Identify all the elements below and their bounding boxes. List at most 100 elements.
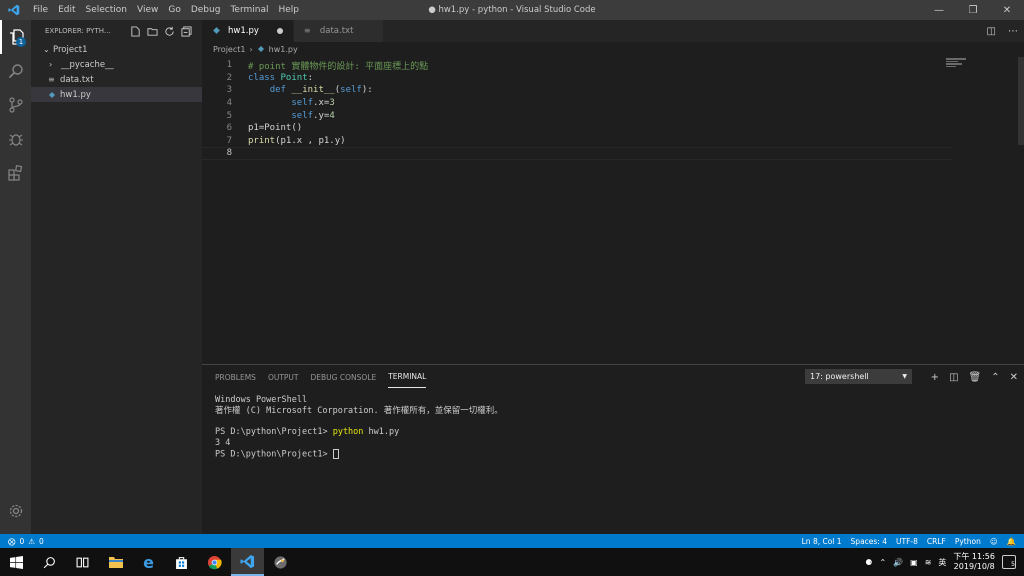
tab-problems[interactable]: PROBLEMS: [215, 367, 256, 388]
explorer-sidebar: EXPLORER: PYTH... ⌄ Project1 › __pycache…: [31, 20, 202, 534]
tree-item-label: __pycache__: [61, 59, 114, 70]
tab-data-txt[interactable]: ≡ data.txt: [293, 20, 385, 42]
new-terminal-icon[interactable]: +: [931, 372, 939, 383]
status-problems[interactable]: ⨂ 0 ⚠ 0: [0, 537, 44, 546]
tree-project-folder[interactable]: ⌄ Project1: [31, 42, 202, 57]
code-line-current: 8: [202, 147, 952, 160]
minimap[interactable]: [946, 58, 968, 68]
terminal-line: 著作權 (C) Microsoft Corporation. 著作權所有，並保留…: [215, 405, 503, 416]
chevron-up-icon[interactable]: ⌃: [879, 558, 886, 567]
breadcrumb: Project1 › hw1.py: [202, 42, 1024, 57]
terminal-select[interactable]: 17: powershell ▼: [805, 369, 912, 384]
new-file-icon[interactable]: [130, 25, 141, 37]
feedback-smiley-icon[interactable]: ☺: [990, 537, 998, 546]
terminal-line: PS D:\python\Project1>: [215, 448, 1024, 460]
new-folder-icon[interactable]: [147, 26, 158, 37]
window-controls: — ❐ ✕: [922, 0, 1024, 20]
settings-gear-icon[interactable]: [0, 494, 31, 528]
code-editor[interactable]: 1 # point 實體物件的設計: 平面座標上的點 2 class Point: …: [202, 59, 1024, 160]
debug-icon[interactable]: [0, 122, 31, 156]
chrome-icon[interactable]: [198, 548, 231, 576]
menu-edit[interactable]: Edit: [53, 5, 80, 15]
close-button[interactable]: ✕: [990, 0, 1024, 20]
volume-icon[interactable]: 🔊: [893, 558, 903, 567]
text-file-icon: ≡: [48, 75, 55, 84]
source-control-icon[interactable]: [0, 88, 31, 122]
extensions-icon[interactable]: [0, 156, 31, 190]
vscode-window: File Edit Selection View Go Debug Termin…: [0, 0, 1024, 576]
split-editor-icon[interactable]: ◫: [987, 26, 996, 37]
chevron-right-icon: ›: [49, 60, 53, 69]
editor-actions: ◫ ⋯: [987, 20, 1018, 42]
menu-go[interactable]: Go: [163, 5, 185, 15]
refresh-icon[interactable]: [164, 26, 175, 37]
trash-icon[interactable]: 🗑: [969, 372, 982, 383]
windows-taskbar: e ⚈ ⌃ 🔊 ▣ ≋ 英 下午 11:56 2019/10/8 5: [0, 548, 1024, 576]
editor-scrollbar[interactable]: [1018, 57, 1024, 145]
title-bar: File Edit Selection View Go Debug Termin…: [0, 0, 1024, 20]
terminal-line: 3 4: [215, 438, 231, 449]
menu-help[interactable]: Help: [273, 5, 304, 15]
code-line: 5 self.y=4: [226, 110, 335, 121]
code-line: 2 class Point:: [226, 72, 314, 83]
wifi-icon[interactable]: ≋: [925, 558, 932, 567]
code-line: 6 p1=Point(): [226, 123, 303, 134]
menu-view[interactable]: View: [132, 5, 163, 15]
tab-debug-console[interactable]: DEBUG CONSOLE: [311, 367, 377, 388]
split-terminal-icon[interactable]: ◫: [949, 372, 958, 383]
clock[interactable]: 下午 11:56 2019/10/8: [953, 552, 995, 572]
collapse-all-icon[interactable]: [181, 25, 192, 37]
notifications-bell-icon[interactable]: 🔔: [1007, 537, 1016, 546]
minimize-button[interactable]: —: [922, 0, 956, 20]
edge-browser-icon[interactable]: e: [132, 548, 165, 576]
status-encoding[interactable]: UTF-8: [896, 537, 918, 546]
terminal-output[interactable]: Windows PowerShell 著作權 (C) Microsoft Cor…: [202, 389, 1024, 460]
status-language[interactable]: Python: [955, 537, 981, 546]
python-file-icon: [212, 26, 222, 36]
tab-output[interactable]: OUTPUT: [268, 367, 299, 388]
status-eol[interactable]: CRLF: [927, 537, 946, 546]
explorer-icon[interactable]: 1: [0, 20, 31, 54]
terminal-line: PS D:\python\Project1> python hw1.py: [215, 427, 400, 438]
menu-bar: File Edit Selection View Go Debug Termin…: [28, 5, 304, 15]
tab-hw1-py[interactable]: hw1.py: [202, 20, 294, 42]
tree-item-data-txt[interactable]: ≡ data.txt: [31, 72, 202, 87]
search-icon[interactable]: [33, 548, 66, 576]
more-actions-icon[interactable]: ⋯: [1008, 26, 1018, 37]
tree-item-hw1-py[interactable]: hw1.py: [31, 87, 202, 102]
task-view-icon[interactable]: [66, 548, 99, 576]
python-idle-icon[interactable]: [264, 548, 297, 576]
explorer-title: EXPLORER: PYTH...: [45, 27, 111, 35]
tray-app-icon[interactable]: ▣: [910, 558, 918, 567]
chevron-up-icon[interactable]: ⌃: [991, 372, 999, 383]
restore-button[interactable]: ❐: [956, 0, 990, 20]
status-indent[interactable]: Spaces: 4: [851, 537, 887, 546]
status-position[interactable]: Ln 8, Col 1: [802, 537, 842, 546]
panel-toolbar: + ◫ 🗑 ⌃ ✕: [931, 369, 1018, 385]
breadcrumb-folder[interactable]: Project1: [213, 45, 245, 54]
search-icon[interactable]: [0, 54, 31, 88]
unsaved-dot-icon[interactable]: [276, 28, 283, 34]
ime-indicator[interactable]: 英: [938, 557, 946, 568]
menu-debug[interactable]: Debug: [186, 5, 226, 15]
explorer-toolbar: [130, 25, 202, 37]
code-line: 7 print(p1.x , p1.y): [226, 135, 346, 146]
file-explorer-icon[interactable]: [99, 548, 132, 576]
tab-terminal[interactable]: TERMINAL: [388, 366, 427, 388]
menu-terminal[interactable]: Terminal: [225, 5, 273, 15]
menu-file[interactable]: File: [28, 5, 53, 15]
terminal-cursor: [332, 448, 339, 459]
tree-item-label: data.txt: [60, 74, 94, 85]
breadcrumb-file[interactable]: hw1.py: [269, 45, 298, 54]
windows-start-icon[interactable]: [0, 548, 33, 576]
explorer-header: EXPLORER: PYTH...: [31, 20, 202, 42]
vscode-taskbar-icon[interactable]: [231, 548, 264, 576]
people-icon[interactable]: ⚈: [865, 558, 872, 567]
tree-item-pycache[interactable]: › __pycache__: [31, 57, 202, 72]
tree-item-label: hw1.py: [60, 89, 91, 100]
menu-selection[interactable]: Selection: [81, 5, 132, 15]
text-file-icon: ≡: [303, 26, 311, 35]
action-center-icon[interactable]: 5: [1002, 555, 1016, 569]
store-icon[interactable]: [165, 548, 198, 576]
close-panel-icon[interactable]: ✕: [1010, 372, 1018, 383]
